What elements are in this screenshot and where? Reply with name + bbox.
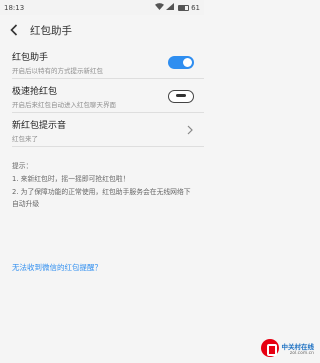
setting-title: 极速抢红包: [12, 86, 58, 97]
setting-new-packet-sound[interactable]: 新红包提示音 红包来了: [0, 113, 204, 147]
help-link[interactable]: 无法收到微信的红包提醒？: [12, 262, 102, 273]
setting-title: 红包助手: [12, 52, 49, 63]
chevron-right-icon: [186, 125, 194, 135]
watermark-url: zol.com.cn: [289, 350, 314, 356]
toggle-knob: [183, 57, 192, 67]
tips-section: 提示： 1. 来新红包时，摇一摇即可抢红包啦！ 2. 为了保障功能的正常使用，红…: [12, 160, 194, 211]
setting-subtitle: 红包来了: [12, 134, 38, 143]
tip-item: 2. 为了保障功能的正常使用，红包助手服务会在无线网络下自动升级: [12, 188, 191, 208]
status-indicators: 61: [155, 3, 200, 12]
signal-icon: [166, 3, 175, 12]
setting-subtitle: 开启后来红包自动进入红包聊天界面: [12, 100, 116, 109]
page-title: 红包助手: [30, 24, 72, 37]
back-arrow-icon[interactable]: [6, 22, 22, 38]
settings-list: 红包助手 开启后以特有的方式提示新红包 极速抢红包 开启后来红包自动进入红包聊天…: [0, 45, 204, 147]
status-time: 18:13: [4, 3, 25, 12]
setting-fast-grab[interactable]: 极速抢红包 开启后来红包自动进入红包聊天界面: [0, 79, 204, 113]
status-bar: 18:13 61: [0, 0, 204, 15]
setting-title: 新红包提示音: [12, 120, 67, 131]
watermark: 中关村在线 zol.com.cn: [260, 339, 315, 357]
fast-grab-toggle[interactable]: [168, 89, 194, 103]
wifi-icon: [155, 3, 165, 12]
watermark-text: 中关村在线 zol.com.cn: [282, 341, 315, 356]
battery-icon: [178, 4, 190, 11]
setting-red-packet-assistant[interactable]: 红包助手 开启后以特有的方式提示新红包: [0, 45, 204, 79]
zol-logo-icon: [260, 339, 279, 357]
watermark-name: 中关村在线: [281, 342, 315, 351]
app-bar: 红包助手: [0, 15, 204, 45]
setting-text: 极速抢红包 开启后来红包自动进入红包聊天界面: [12, 84, 116, 109]
setting-text: 红包助手 开启后以特有的方式提示新红包: [12, 50, 103, 75]
tip-item: 1. 来新红包时，摇一摇即可抢红包啦！: [12, 175, 130, 183]
setting-subtitle: 开启后以特有的方式提示新红包: [12, 66, 103, 75]
setting-text: 新红包提示音 红包来了: [12, 118, 66, 143]
red-packet-assistant-toggle[interactable]: [168, 55, 194, 69]
tips-heading: 提示：: [12, 162, 33, 170]
battery-percent: 61: [191, 3, 200, 12]
toggle-knob: [176, 94, 186, 97]
